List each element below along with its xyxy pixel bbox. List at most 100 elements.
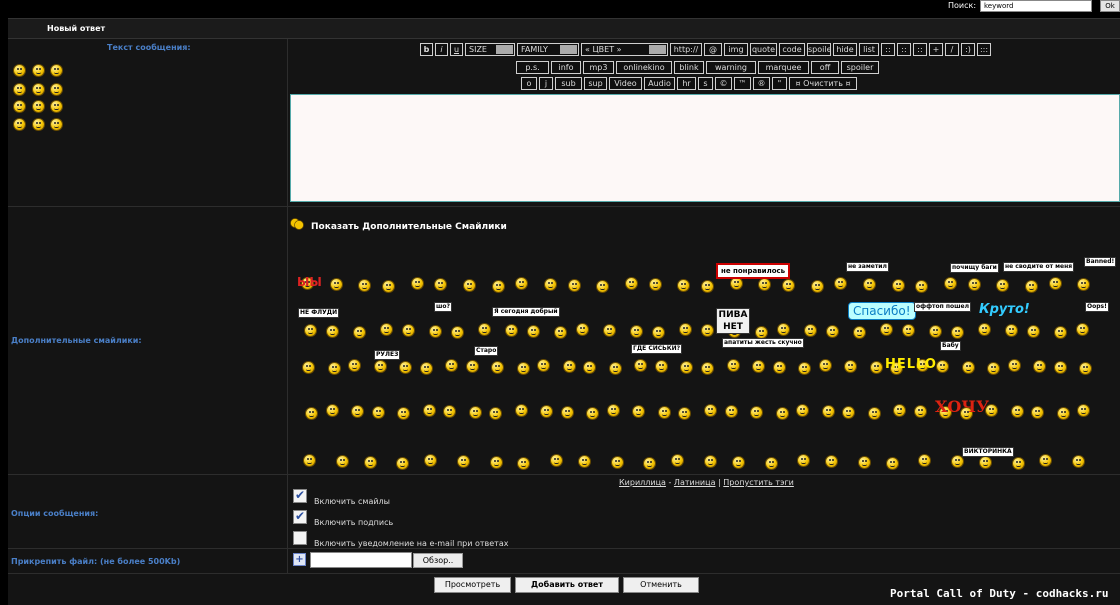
extra-smiley-icon[interactable] (656, 361, 667, 372)
extra-smiley-icon[interactable] (778, 324, 789, 335)
extra-smiley-icon[interactable] (843, 407, 854, 418)
preview-button[interactable]: Просмотреть (434, 577, 511, 593)
extra-smiley-icon[interactable] (805, 325, 816, 336)
extra-smiley-icon[interactable] (403, 325, 414, 336)
extra-smiley-icon[interactable] (812, 281, 823, 292)
extra-smiley-icon[interactable] (650, 279, 661, 290)
basic-smiley-icon[interactable] (51, 101, 62, 112)
smiley-sign[interactable]: HELLO (884, 358, 938, 372)
extra-smiley-icon[interactable] (446, 360, 457, 371)
toolbar-button[interactable]: warning (706, 61, 756, 74)
extra-smiley-icon[interactable] (1078, 279, 1089, 290)
extra-smiley-icon[interactable] (869, 408, 880, 419)
extra-smiley-icon[interactable] (963, 362, 974, 373)
extra-smiley-icon[interactable] (783, 280, 794, 291)
extra-smiley-icon[interactable] (435, 279, 446, 290)
extra-smiley-icon[interactable] (827, 326, 838, 337)
toolbar-button[interactable]: :) (961, 43, 975, 56)
basic-smiley-icon[interactable] (51, 65, 62, 76)
extra-smiley-icon[interactable] (467, 361, 478, 372)
toolbar-button[interactable]: ® (753, 77, 770, 90)
toolbar-button[interactable]: hide (833, 43, 857, 56)
extra-smiley-icon[interactable] (756, 327, 767, 338)
extra-smiley-icon[interactable] (584, 362, 595, 373)
toolbar-button[interactable]: onlinekino (616, 61, 672, 74)
toolbar-button[interactable]: s (698, 77, 713, 90)
extra-smiley-icon[interactable] (541, 406, 552, 417)
toolbar-button[interactable]: o (521, 77, 537, 90)
extra-smiley-icon[interactable] (479, 324, 490, 335)
extra-smiley-icon[interactable] (980, 457, 991, 468)
toolbar-button[interactable]: :: (897, 43, 911, 56)
extra-smiley-icon[interactable] (430, 326, 441, 337)
extra-smiley-icon[interactable] (398, 408, 409, 419)
extra-smiley-icon[interactable] (518, 363, 529, 374)
toolbar-button[interactable]: j (539, 77, 553, 90)
extra-smiley-icon[interactable] (823, 406, 834, 417)
extra-smiley-icon[interactable] (610, 363, 621, 374)
add-attachment-button[interactable]: + (293, 553, 306, 566)
extra-smiley-icon[interactable] (653, 327, 664, 338)
smiley-sign[interactable]: почищу баги (950, 263, 999, 273)
extra-smiley-icon[interactable] (881, 324, 892, 335)
extra-smiley-icon[interactable] (887, 458, 898, 469)
smiley-sign[interactable]: Круто! (978, 302, 1031, 318)
extra-smiley-icon[interactable] (303, 362, 314, 373)
smiley-sign[interactable]: не сводите от меня (1003, 262, 1075, 272)
extra-smiley-icon[interactable] (820, 360, 831, 371)
extra-smiley-icon[interactable] (551, 455, 562, 466)
extra-smiley-icon[interactable] (1073, 456, 1084, 467)
extra-smiley-icon[interactable] (774, 362, 785, 373)
extra-smiley-icon[interactable] (612, 457, 623, 468)
skip-tags-link[interactable]: Пропустить тэги (723, 478, 794, 487)
basic-smiley-icon[interactable] (14, 65, 25, 76)
message-textarea[interactable] (290, 94, 1120, 202)
extra-smiley-icon[interactable] (604, 325, 615, 336)
extra-smiley-icon[interactable] (1040, 455, 1051, 466)
toolbar-button[interactable]: i (435, 43, 448, 56)
extra-smiley-icon[interactable] (644, 458, 655, 469)
extra-smiley-icon[interactable] (894, 405, 905, 416)
smiley-sign[interactable]: не понравилось (716, 263, 791, 279)
extra-smiley-icon[interactable] (871, 362, 882, 373)
extra-smiley-icon[interactable] (1055, 327, 1066, 338)
extra-smiley-icon[interactable] (518, 458, 529, 469)
toolbar-button[interactable]: sub (555, 77, 582, 90)
basic-smiley-icon[interactable] (14, 119, 25, 130)
extra-smiley-icon[interactable] (493, 281, 504, 292)
extra-smiley-icon[interactable] (672, 455, 683, 466)
extra-smiley-icon[interactable] (798, 455, 809, 466)
extra-smiley-icon[interactable] (491, 457, 502, 468)
extra-smiley-icon[interactable] (354, 327, 365, 338)
smiley-sign[interactable]: Бабу (940, 341, 961, 351)
toolbar-button[interactable]: spoiler (841, 61, 879, 74)
toolbar-button[interactable]: ™ (734, 77, 751, 90)
extra-smiley-icon[interactable] (1050, 278, 1061, 289)
extra-smiley-icon[interactable] (1055, 362, 1066, 373)
extra-smiley-icon[interactable] (329, 363, 340, 374)
basic-smiley-icon[interactable] (33, 65, 44, 76)
extra-smiley-icon[interactable] (766, 458, 777, 469)
extra-smiley-icon[interactable] (421, 363, 432, 374)
smiley-sign[interactable]: ГДЕ СИСЬКИ? (631, 344, 683, 354)
toolbar-button[interactable]: off (811, 61, 839, 74)
toolbar-button[interactable]: code (779, 43, 805, 56)
extra-smiley-icon[interactable] (458, 456, 469, 467)
extra-smiley-icon[interactable] (597, 281, 608, 292)
smiley-sign[interactable]: Спасибо! (848, 302, 916, 320)
extra-smiley-icon[interactable] (327, 405, 338, 416)
extra-smiley-icon[interactable] (681, 362, 692, 373)
basic-smiley-icon[interactable] (51, 119, 62, 130)
toolbar-button[interactable]: hr (677, 77, 696, 90)
smiley-sign[interactable]: ПИВА НЕТ (716, 308, 750, 334)
extra-smiley-icon[interactable] (826, 456, 837, 467)
submit-reply-button[interactable]: Добавить ответ (515, 577, 619, 593)
extra-smiley-icon[interactable] (337, 456, 348, 467)
toolbar-button[interactable]: FAMILY (517, 43, 579, 56)
extra-smiley-icon[interactable] (400, 362, 411, 373)
extra-smiley-icon[interactable] (349, 360, 360, 371)
extra-smiley-icon[interactable] (490, 408, 501, 419)
basic-smiley-icon[interactable] (33, 84, 44, 95)
search-input[interactable]: keyword (980, 0, 1092, 12)
toolbar-button[interactable]: © (715, 77, 732, 90)
